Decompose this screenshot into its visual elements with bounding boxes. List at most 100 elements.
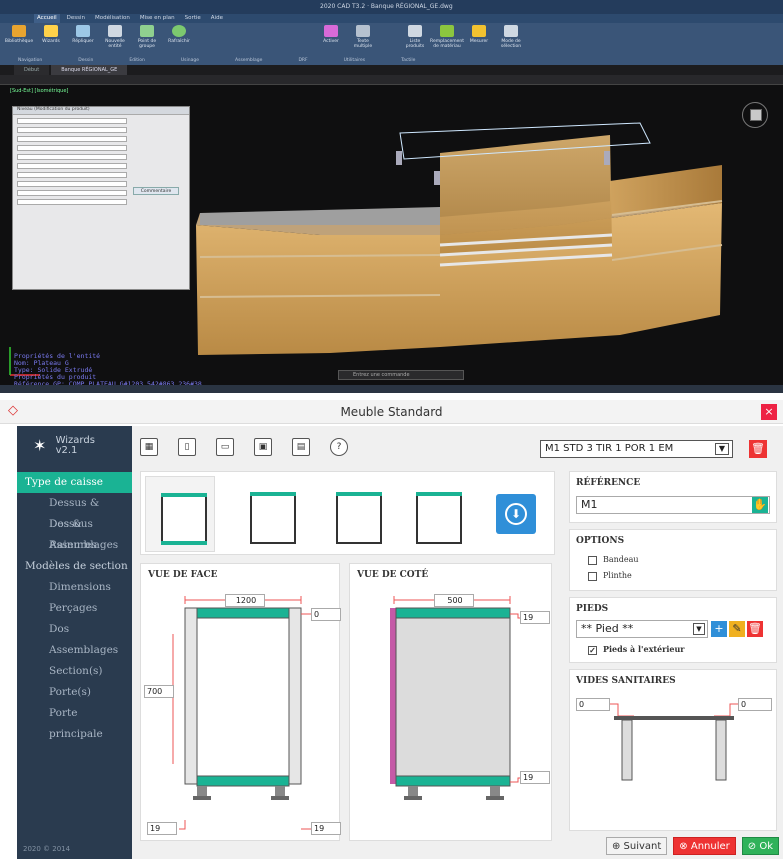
side-view-panel: VUE DE COTÉ 500 19 19 <box>349 563 552 841</box>
new-file-icon[interactable]: ▯ <box>178 438 196 456</box>
case-shape <box>336 492 382 544</box>
arrow-down-icon: ⬇ <box>505 503 527 525</box>
depth-input[interactable]: 500 <box>434 594 474 607</box>
ribbon-tab[interactable]: Aide <box>208 14 226 23</box>
props-field[interactable] <box>17 190 127 196</box>
wizard-main: ▦ ▯ ▭ ▣ ▤ ? M1 STD 3 TIR 1 POR 1 EM ▼ 🗑 <box>132 426 783 859</box>
comment-button[interactable]: Commentaire <box>133 187 179 195</box>
nav-item[interactable]: Porte principale <box>17 703 132 740</box>
trash-icon[interactable]: 🗑 <box>747 621 763 637</box>
ribbon-tab[interactable]: Accueil <box>34 14 60 23</box>
nav-item[interactable]: Assemblages <box>17 640 132 661</box>
case-type-selector: ⬇ <box>140 471 555 555</box>
entity-icon <box>108 25 122 37</box>
ribbon-tab[interactable]: Sortie <box>182 14 204 23</box>
props-field[interactable] <box>17 145 127 151</box>
chevron-down-icon[interactable]: ▼ <box>693 623 705 635</box>
nav-item[interactable]: Modèles de section <box>17 556 132 577</box>
command-line[interactable]: Entrez une commande <box>338 370 464 380</box>
panel-header: Niveau (Modification du produit) <box>13 107 189 115</box>
nav-item[interactable]: Assemblages <box>17 535 132 556</box>
doc-tab-drawing[interactable]: Banque RÉGIONAL_GE <box>51 65 128 75</box>
pieds-exterior-option[interactable]: ✓ Pieds à l'extérieur <box>588 644 685 655</box>
cad-toolbar <box>0 75 783 85</box>
checkbox[interactable] <box>588 555 597 565</box>
model-select[interactable]: M1 STD 3 TIR 1 POR 1 EM ▼ <box>540 440 733 458</box>
reference-input[interactable]: M1 <box>576 496 770 514</box>
wand-icon: ✶ <box>33 436 47 455</box>
activate-icon <box>324 25 338 37</box>
side-top-input[interactable]: 19 <box>520 611 550 624</box>
dialog-title: Meuble Standard <box>340 405 443 419</box>
meuble-standard-dialog: ◇ Meuble Standard × ✶ Wizards v2.1 Type … <box>0 400 783 859</box>
case-type-option[interactable] <box>235 476 305 552</box>
vides-right-input[interactable]: 0 <box>738 698 772 711</box>
nav-item[interactable]: Dos <box>17 619 132 640</box>
case-type-option[interactable] <box>145 476 215 552</box>
pieds-select[interactable]: ** Pied ** ▼ <box>576 620 708 638</box>
nav-item[interactable]: Dessus & Dessous <box>17 493 132 530</box>
props-field[interactable] <box>17 127 127 133</box>
arrow-right-icon: ⊕ <box>611 841 624 852</box>
case-type-option[interactable] <box>321 476 391 552</box>
props-field[interactable] <box>17 136 127 142</box>
vides-title: VIDES SANITAIRES <box>576 676 676 686</box>
folder-icon <box>12 25 26 37</box>
panel-title: Niveau (Modification du produit) <box>17 107 90 112</box>
apply-button[interactable]: ⬇ <box>496 494 536 534</box>
pieds-title: PIEDS <box>576 604 609 614</box>
cancel-button[interactable]: ⊗ Annuler <box>673 837 736 855</box>
checkbox[interactable] <box>588 571 597 581</box>
bottom-left-input[interactable]: 19 <box>147 822 177 835</box>
save-as-icon[interactable]: ▤ <box>292 438 310 456</box>
reception-desk-model <box>196 122 723 355</box>
ribbon-tab[interactable]: Dessin <box>64 14 88 23</box>
doc-tab-start[interactable]: Début <box>14 65 50 75</box>
case-type-option[interactable] <box>401 476 471 552</box>
view-cube[interactable] <box>742 102 768 128</box>
props-field[interactable] <box>17 172 127 178</box>
props-field[interactable] <box>17 199 127 205</box>
ribbon-tab[interactable]: Modélisation <box>92 14 133 23</box>
option-plinthe[interactable]: Plinthe <box>588 571 632 581</box>
ribbon-group: Utilitaires <box>343 58 366 63</box>
edit-icon[interactable]: ✎ <box>729 621 745 637</box>
checkbox-checked[interactable]: ✓ <box>588 645 597 655</box>
ribbon-tab[interactable]: Mise en plan <box>137 14 178 23</box>
grid-icon[interactable]: ▦ <box>140 438 158 456</box>
open-folder-icon[interactable]: ▭ <box>216 438 234 456</box>
top-offset-input[interactable]: 0 <box>311 608 341 621</box>
settings-column: RÉFÉRENCE M1 ✋ OPTIONS Bandeau Plinthe P… <box>569 471 783 851</box>
wizard-version: v2.1 <box>55 445 78 456</box>
cad-title: 2020 CAD T3.2 · Banque RÉGIONAL_GE.dwg <box>320 3 453 10</box>
product-properties-panel: Niveau (Modification du produit) Comment… <box>12 106 190 290</box>
help-icon[interactable]: ? <box>330 438 348 456</box>
wizard-sidebar: ✶ Wizards v2.1 Type de caisse Dessus & De… <box>17 426 132 859</box>
nav-item[interactable]: Dos & Rainures <box>17 514 132 551</box>
bottom-right-input[interactable]: 19 <box>311 822 341 835</box>
app-logo-icon: ◇ <box>8 403 18 418</box>
add-icon[interactable]: + <box>711 621 727 637</box>
chevron-down-icon[interactable]: ▼ <box>715 443 729 455</box>
close-button[interactable]: × <box>761 404 777 420</box>
hand-icon[interactable]: ✋ <box>752 497 768 513</box>
props-field[interactable] <box>17 154 127 160</box>
nav-item[interactable]: Porte(s) <box>17 682 132 703</box>
save-icon[interactable]: ▣ <box>254 438 272 456</box>
width-input[interactable]: 1200 <box>225 594 265 607</box>
option-bandeau[interactable]: Bandeau <box>588 555 639 565</box>
nav-item[interactable]: Dimensions <box>17 577 132 598</box>
height-input[interactable]: 700 <box>144 685 174 698</box>
vides-left-input[interactable]: 0 <box>576 698 610 711</box>
next-button[interactable]: ⊕ Suivant <box>605 837 668 855</box>
nav-item[interactable]: Section(s) <box>17 661 132 682</box>
nav-item[interactable]: Type de caisse <box>17 472 132 493</box>
side-bottom-input[interactable]: 19 <box>520 771 550 784</box>
props-field[interactable] <box>17 181 127 187</box>
delete-model-button[interactable]: 🗑 <box>749 440 767 458</box>
case-shape <box>416 492 462 544</box>
props-field[interactable] <box>17 163 127 169</box>
ok-button[interactable]: ⊘ Ok <box>741 837 779 855</box>
nav-item[interactable]: Perçages <box>17 598 132 619</box>
props-field[interactable] <box>17 118 127 124</box>
